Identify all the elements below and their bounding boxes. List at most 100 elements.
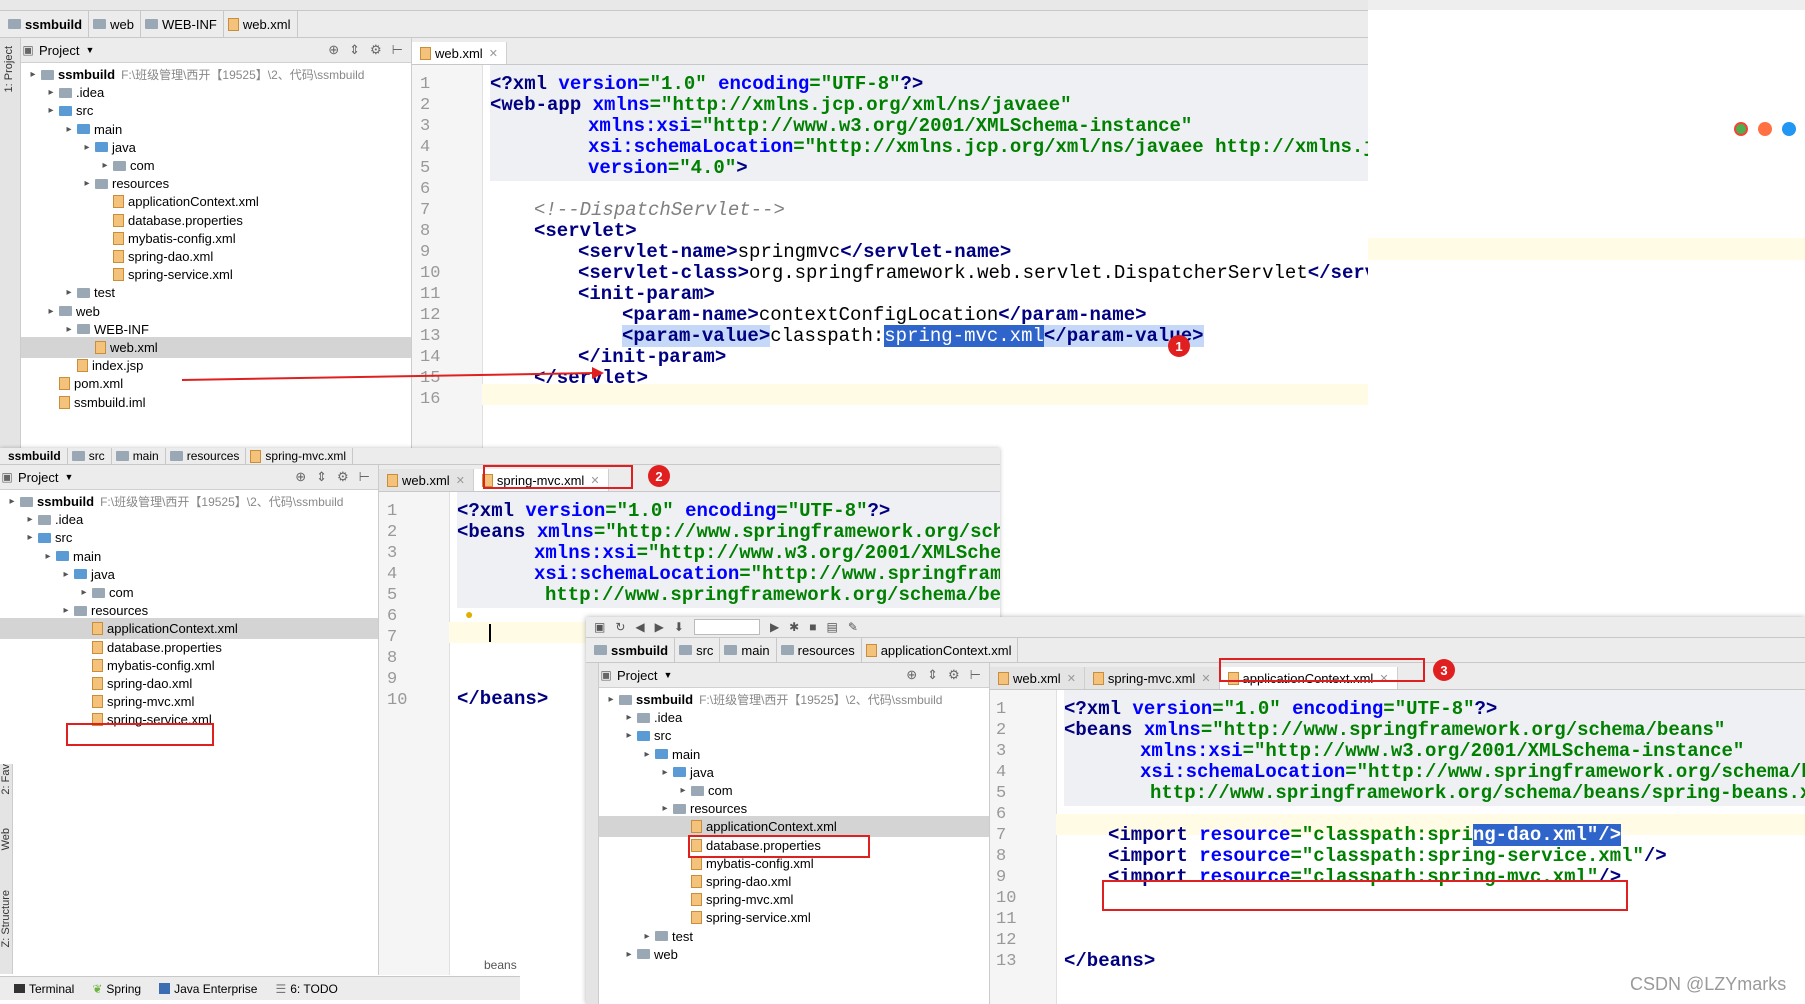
project-label[interactable]: Project xyxy=(617,668,657,683)
globe-icon[interactable]: ⊕ xyxy=(295,469,306,485)
folder-icon xyxy=(38,514,51,525)
line-number: 9 xyxy=(996,868,1007,887)
tab-webxml[interactable]: web.xml ✕ xyxy=(990,667,1085,689)
pin-icon[interactable]: ⊢ xyxy=(359,469,370,485)
chevron-down-icon[interactable]: ▼ xyxy=(663,670,672,680)
breadcrumb-resources[interactable]: resources xyxy=(777,638,862,662)
breadcrumb-src[interactable]: src xyxy=(675,638,721,662)
chevron-right-icon[interactable]: ▸ xyxy=(639,749,655,760)
tree-item[interactable]: ▸ web xyxy=(599,944,989,965)
collapse-icon[interactable]: ⇕ xyxy=(927,667,938,683)
side-tab-structure[interactable]: Z: Structure xyxy=(0,890,12,947)
chevron-right-icon[interactable]: ▸ xyxy=(639,931,655,942)
breadcrumb-file[interactable]: applicationContext.xml xyxy=(862,638,1019,662)
project-label[interactable]: Project xyxy=(18,470,58,485)
spring-tab[interactable]: ❦ Spring xyxy=(92,982,141,996)
editor-tabs: web.xml ✕ spring-mvc.xml ✕ xyxy=(379,465,1000,492)
side-tab-favorites[interactable]: 2: Fav xyxy=(0,764,12,795)
tree-item-label: com xyxy=(109,585,134,600)
pin-icon[interactable]: ⊢ xyxy=(970,667,981,683)
chevron-right-icon[interactable]: ▸ xyxy=(22,532,38,543)
bottom-tool-bar: Terminal ❦ Spring Java Enterprise ☰ 6: TOD… xyxy=(0,976,520,1000)
line-number: 10 xyxy=(996,889,1017,908)
bulb-icon[interactable]: ● xyxy=(465,606,473,622)
gear-icon[interactable]: ⚙ xyxy=(948,667,960,683)
breadcrumb-resources[interactable]: resources xyxy=(166,448,247,464)
chevron-right-icon[interactable]: ▸ xyxy=(603,694,619,705)
highlight-box-appcontext-file xyxy=(688,835,870,858)
breadcrumb-src[interactable]: src xyxy=(68,448,112,464)
project-header: ▣ Project ▼ ⊕ ⇕ ⚙ ⊢ xyxy=(599,663,989,688)
refresh-icon[interactable]: ↻ xyxy=(615,620,625,634)
code-line: http://www.springframework.org/schema/be… xyxy=(545,584,1000,606)
project-header: ▣ Project ▼ ⊕ ⇕ ⚙ ⊢ xyxy=(0,465,378,490)
highlight-box-import-line xyxy=(1102,880,1628,911)
file-icon xyxy=(691,893,702,907)
chevron-right-icon[interactable]: ▸ xyxy=(40,551,56,562)
tab-webxml[interactable]: web.xml ✕ xyxy=(379,469,474,491)
file-icon xyxy=(92,658,103,672)
side-tab-web[interactable]: Web xyxy=(0,828,12,850)
folder-icon xyxy=(594,645,607,655)
chevron-right-icon[interactable]: ▸ xyxy=(58,569,74,580)
folder-icon xyxy=(74,569,87,580)
forward-icon[interactable]: ▶ xyxy=(655,620,664,634)
folder-icon xyxy=(724,645,738,655)
gear-icon[interactable]: ⚙ xyxy=(337,469,349,485)
breadcrumb-main[interactable]: main xyxy=(112,448,166,464)
spring-icon: ❦ xyxy=(92,981,103,996)
wrench-icon[interactable]: ✎ xyxy=(848,620,858,634)
tree-item-label: spring-mvc.xml xyxy=(107,694,195,710)
line-number: 5 xyxy=(387,586,398,605)
todo-tab[interactable]: ☰ 6: TODO xyxy=(275,982,337,996)
chevron-right-icon[interactable]: ▸ xyxy=(621,712,637,723)
folder-icon xyxy=(691,785,704,796)
line-number: 3 xyxy=(387,544,398,563)
toolbar: ▣ ↻ ◀ ▶ ⬇ ▶ ✱ ■ ▤ ✎ xyxy=(586,617,1805,638)
java-enterprise-tab[interactable]: Java Enterprise xyxy=(159,982,257,996)
folder-icon xyxy=(679,645,693,655)
back-icon[interactable]: ◀ xyxy=(635,620,644,634)
run-config-select[interactable] xyxy=(693,619,760,635)
close-icon[interactable]: ✕ xyxy=(1067,672,1076,685)
tree-item-label: mybatis-config.xml xyxy=(706,855,814,871)
chevron-right-icon[interactable]: ▸ xyxy=(621,949,637,960)
terminal-tab[interactable]: Terminal xyxy=(14,982,74,996)
chevron-right-icon[interactable]: ▸ xyxy=(657,767,673,778)
chevron-right-icon[interactable]: ▸ xyxy=(58,605,74,616)
chevron-right-icon[interactable]: ▸ xyxy=(657,803,673,814)
code-line: xsi:schemaLocation="http://www.springfra… xyxy=(534,563,1000,585)
structure-icon[interactable]: ▤ xyxy=(826,620,837,634)
chevron-right-icon[interactable]: ▸ xyxy=(621,730,637,741)
folder-icon xyxy=(655,749,668,760)
breadcrumb-main[interactable]: main xyxy=(720,638,777,662)
file-icon xyxy=(691,911,702,925)
debug-icon[interactable]: ✱ xyxy=(789,620,799,634)
chevron-right-icon[interactable]: ▸ xyxy=(4,496,20,507)
breadcrumb-project[interactable]: ssmbuild xyxy=(590,638,676,662)
step-badge-1: 1 xyxy=(1168,335,1190,357)
stop-icon[interactable]: ■ xyxy=(809,620,816,634)
breadcrumb-file[interactable]: spring-mvc.xml xyxy=(246,448,354,464)
build-icon[interactable]: ⬇ xyxy=(674,620,684,634)
tab-springmvc[interactable]: spring-mvc.xml ✕ xyxy=(1084,667,1220,689)
close-icon[interactable]: ✕ xyxy=(1201,672,1210,685)
chevron-down-icon[interactable]: ▼ xyxy=(64,472,73,482)
chevron-right-icon[interactable]: ▸ xyxy=(22,514,38,525)
tree-item-label: .idea xyxy=(654,710,683,726)
run-icon[interactable]: ▶ xyxy=(770,620,779,634)
highlight-box-springmvc-tab xyxy=(483,465,633,489)
chevron-right-icon[interactable]: ▸ xyxy=(76,587,92,598)
line-number: 1 xyxy=(996,700,1007,719)
todo-icon: ☰ xyxy=(275,981,287,996)
code-line: <beans xmlns="http://www.springframework… xyxy=(457,521,1000,543)
code-line: <?xml version="1.0" encoding="UTF-8"?> xyxy=(457,500,891,522)
chevron-right-icon[interactable]: ▸ xyxy=(675,785,691,796)
close-icon[interactable]: ✕ xyxy=(456,474,465,487)
folder-icon xyxy=(673,767,686,778)
tree-item-label: test xyxy=(672,928,693,944)
breadcrumb-project[interactable]: ssmbuild xyxy=(4,448,68,464)
save-icon[interactable]: ▣ xyxy=(594,620,605,634)
globe-icon[interactable]: ⊕ xyxy=(906,667,917,683)
collapse-icon[interactable]: ⇕ xyxy=(316,469,327,485)
